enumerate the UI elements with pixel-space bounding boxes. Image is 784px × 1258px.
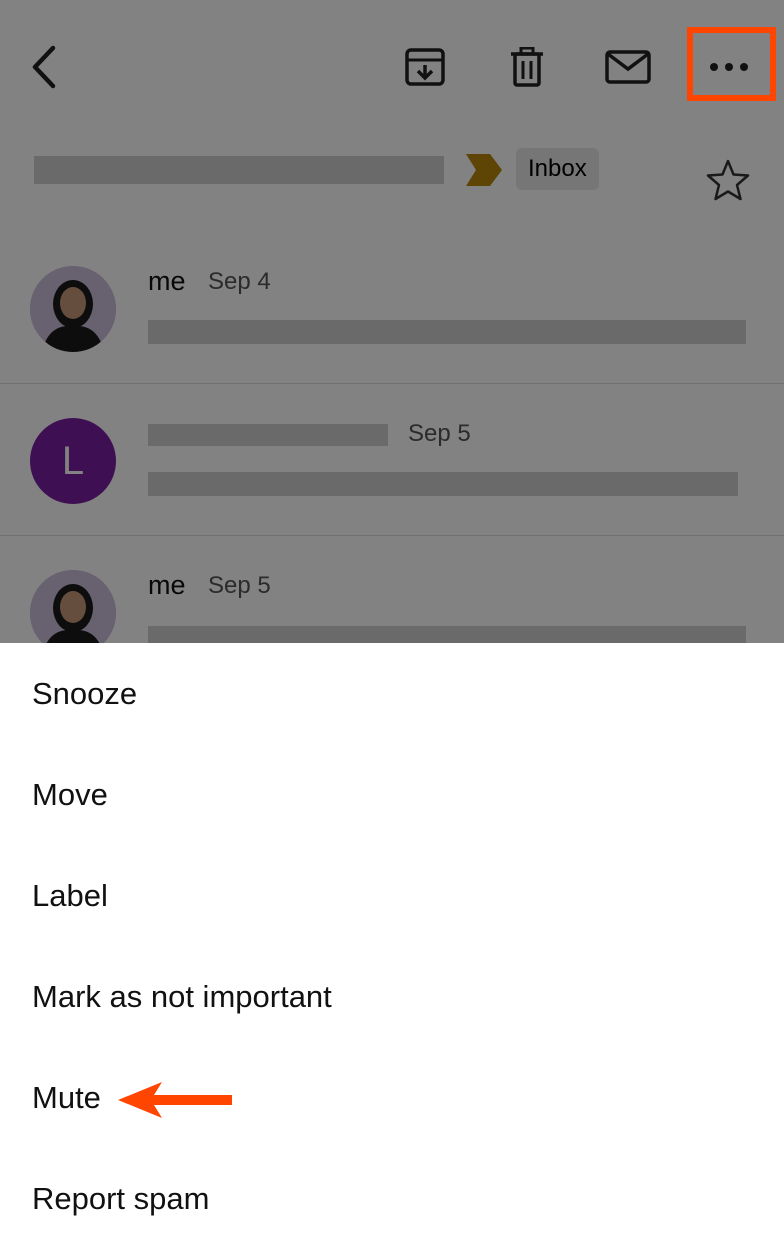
menu-item-label[interactable]: Label — [0, 845, 784, 946]
menu-item-mark-not-important[interactable]: Mark as not important — [0, 946, 784, 1047]
modal-scrim[interactable] — [0, 0, 784, 643]
menu-item-move[interactable]: Move — [0, 744, 784, 845]
email-thread-view: Inbox me Sep 4 L Sep 5 me Sep 5 — [0, 0, 784, 643]
annotation-arrow-icon — [118, 1082, 232, 1118]
action-menu-sheet: Snooze Move Label Mark as not important … — [0, 643, 784, 1258]
annotation-highlight-box — [687, 27, 776, 101]
menu-item-snooze[interactable]: Snooze — [0, 643, 784, 744]
menu-item-report-spam[interactable]: Report spam — [0, 1148, 784, 1249]
